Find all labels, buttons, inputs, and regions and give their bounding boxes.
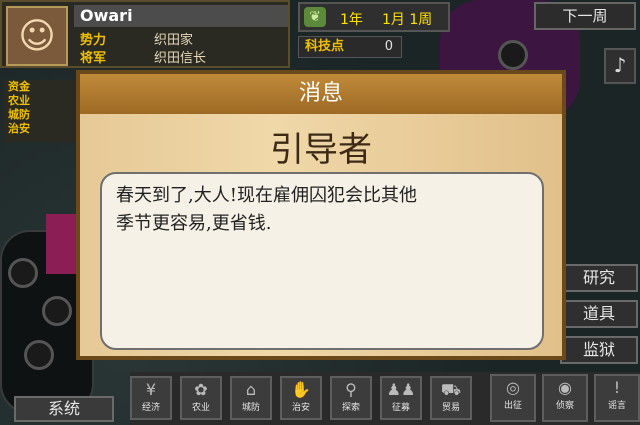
faction-label: 势力 (80, 33, 107, 48)
message-dialog[interactable]: 消息 引导者 春天到了,大人!现在雇佣囚犯会比其他 季节更容易,更省钱. (76, 70, 566, 360)
yen-icon: ¥ (145, 380, 157, 399)
castle-map-icon[interactable] (42, 296, 72, 326)
castle-map-icon[interactable] (8, 258, 38, 288)
general-value: 织田信长 (154, 51, 207, 66)
rumor-icon: ! (613, 378, 621, 397)
recruit-button[interactable]: ♟♟ 征募 (380, 376, 422, 420)
tech-value: 0 (384, 39, 393, 54)
music-note-icon[interactable]: ♪ (604, 48, 636, 84)
prison-button[interactable]: 监狱 (560, 336, 638, 364)
lord-panel: ☺ Owari 势力 织田家 将军 织田信长 (0, 0, 290, 68)
explore-button[interactable]: ⚲ 探索 (330, 376, 372, 420)
date-bar: ❦ 1年 1月 1周 (298, 2, 450, 32)
search-icon: ⚲ (345, 380, 357, 399)
target-icon: ◎ (506, 378, 520, 397)
dialog-title: 消息 (80, 74, 562, 114)
research-button[interactable]: 研究 (560, 264, 638, 292)
trade-button[interactable]: ⛟ 贸易 (430, 376, 472, 420)
general-label: 将军 (80, 51, 107, 66)
speaker-name: 引导者 (270, 130, 372, 170)
lord-row-faction: 势力 织田家 (74, 32, 288, 50)
stat-label: 农业 (8, 94, 30, 107)
faction-value: 织田家 (154, 33, 194, 48)
date-year: 1年 (340, 12, 363, 28)
scout-button[interactable]: ◉ 侦察 (542, 374, 588, 422)
dialog-body: 引导者 春天到了,大人!现在雇佣囚犯会比其他 季节更容易,更省钱. (80, 114, 562, 356)
date-month-week: 1月 1周 (382, 12, 433, 28)
system-button[interactable]: 系统 (14, 396, 114, 422)
defense-button[interactable]: ⌂ 城防 (230, 376, 272, 420)
rumor-button[interactable]: ! 谣言 (594, 374, 640, 422)
economy-button[interactable]: ¥ 经济 (130, 376, 172, 420)
action-toolbar: ¥ 经济 ✿ 农业 ⌂ 城防 ✋ 治安 ⚲ 探索 ♟♟ 征募 ⛟ 贸易 ◎ 出征 ◉ 侦察 ! 谣言 (130, 372, 640, 425)
message-line: 季节更容易,更省钱. (116, 213, 272, 234)
side-stats: 资金 农业 城防 治安 (4, 80, 76, 142)
map-region-pink[interactable] (46, 214, 76, 274)
calendar-leaf-icon: ❦ (304, 7, 326, 27)
tech-points: 科技点 0 (298, 36, 402, 58)
castle-map-icon[interactable] (24, 340, 54, 370)
tech-label: 科技点 (305, 39, 345, 54)
castle-map-icon[interactable] (498, 40, 528, 70)
next-week-button[interactable]: 下一周 (534, 2, 636, 30)
lord-portrait[interactable]: ☺ (6, 6, 68, 66)
eye-icon: ◉ (558, 378, 572, 397)
message-line: 春天到了,大人!现在雇佣囚犯会比其他 (116, 185, 417, 206)
stat-label: 治安 (8, 122, 30, 135)
wheat-icon: ✿ (194, 380, 208, 399)
security-button[interactable]: ✋ 治安 (280, 376, 322, 420)
cart-icon: ⛟ (440, 380, 462, 399)
hand-icon: ✋ (291, 380, 311, 399)
lord-row-general: 将军 织田信长 (74, 50, 288, 68)
soldiers-icon: ♟♟ (386, 380, 416, 399)
stat-label: 资金 (8, 80, 30, 93)
province-name: Owari (74, 5, 288, 27)
agriculture-button[interactable]: ✿ 农业 (180, 376, 222, 420)
campaign-button[interactable]: ◎ 出征 (490, 374, 536, 422)
items-button[interactable]: 道具 (560, 300, 638, 328)
message-text-box[interactable]: 春天到了,大人!现在雇佣囚犯会比其他 季节更容易,更省钱. (100, 172, 544, 350)
stat-label: 城防 (8, 108, 30, 121)
castle-icon: ⌂ (245, 380, 257, 399)
